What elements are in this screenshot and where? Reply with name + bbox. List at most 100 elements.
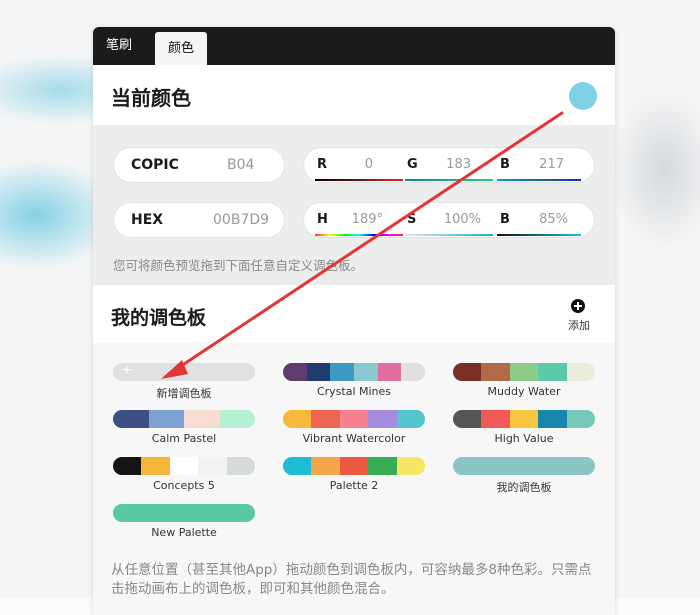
palette-color-swatch[interactable]: [311, 410, 340, 428]
r-slider[interactable]: [315, 179, 403, 181]
palette-color-swatch[interactable]: [141, 457, 170, 475]
palette-item[interactable]: New Palette: [113, 504, 255, 539]
current-color-header: 当前颜色: [93, 65, 615, 125]
palette-color-bar[interactable]: [453, 363, 595, 381]
background-blur: [610, 90, 700, 250]
palette-color-swatch[interactable]: [113, 410, 149, 428]
palette-color-swatch[interactable]: [509, 410, 539, 428]
palette-color-swatch[interactable]: [113, 363, 255, 381]
palette-color-swatch[interactable]: [339, 457, 369, 475]
h-label: H: [317, 212, 328, 227]
palette-color-swatch[interactable]: [330, 363, 355, 381]
palette-color-swatch[interactable]: [396, 410, 425, 428]
palette-help-text: 从任意位置（甚至其他App）拖动颜色到调色板内，可容纳最多8种色彩。只需点击拖动…: [111, 562, 592, 597]
palette-color-swatch[interactable]: [311, 457, 340, 475]
palette-color-swatch[interactable]: [184, 410, 220, 428]
palette-color-swatch[interactable]: [219, 410, 255, 428]
hex-field[interactable]: HEX 00B7D9: [113, 202, 285, 238]
palette-color-bar[interactable]: [453, 457, 595, 475]
palette-color-swatch[interactable]: [283, 410, 312, 428]
b-slider[interactable]: [497, 179, 581, 181]
h-value[interactable]: 189°: [343, 212, 383, 227]
palette-name: Muddy Water: [487, 385, 561, 398]
palette-color-bar[interactable]: [283, 363, 425, 381]
hex-label: HEX: [131, 212, 164, 228]
palette-color-swatch[interactable]: [306, 363, 331, 381]
b-value[interactable]: 217: [524, 157, 564, 172]
palette-color-swatch[interactable]: [354, 363, 378, 381]
palette-color-swatch[interactable]: [283, 457, 312, 475]
s-label: S: [407, 212, 417, 227]
current-color-title: 当前颜色: [111, 86, 191, 110]
palette-color-swatch[interactable]: [509, 363, 539, 381]
hsb-b-value[interactable]: 85%: [528, 212, 568, 227]
palette-color-swatch[interactable]: [113, 457, 142, 475]
palette-color-swatch[interactable]: [538, 363, 567, 381]
palette-color-swatch[interactable]: [453, 410, 482, 428]
palette-name: Palette 2: [329, 479, 379, 492]
r-value[interactable]: 0: [333, 157, 373, 172]
palette-color-bar[interactable]: [113, 410, 255, 428]
palette-name: 新增调色板: [156, 387, 212, 400]
tab-color[interactable]: 颜色: [155, 32, 207, 65]
palette-item[interactable]: + 新增调色板: [113, 363, 255, 401]
palette-color-swatch[interactable]: [396, 457, 425, 475]
palette-color-swatch[interactable]: [566, 410, 595, 428]
g-slider[interactable]: [405, 179, 493, 181]
palette-color-swatch[interactable]: [566, 363, 595, 381]
s-value[interactable]: 100%: [441, 212, 481, 227]
palette-color-swatch[interactable]: [453, 363, 482, 381]
palette-color-swatch[interactable]: [453, 457, 595, 475]
palette-color-bar[interactable]: [113, 457, 255, 475]
palette-name: Concepts 5: [153, 479, 215, 492]
palette-item[interactable]: Vibrant Watercolor: [283, 410, 425, 445]
palette-color-bar[interactable]: [453, 410, 595, 428]
tab-bar: 笔刷 颜色: [93, 27, 615, 65]
palette-color-bar[interactable]: +: [113, 363, 255, 381]
palette-color-swatch[interactable]: [198, 457, 227, 475]
g-value[interactable]: 183: [431, 157, 471, 172]
rgb-field[interactable]: R 0 G 183 B 217: [303, 147, 595, 183]
palette-item[interactable]: Muddy Water: [453, 363, 595, 398]
hsb-field[interactable]: H 189° S 100% B 85%: [303, 202, 595, 238]
palette-color-bar[interactable]: [113, 504, 255, 522]
drag-hint: 您可将颜色预览拖到下面任意自定义调色板。: [113, 258, 364, 273]
palette-color-swatch[interactable]: [339, 410, 369, 428]
palette-item[interactable]: Palette 2: [283, 457, 425, 492]
plus-icon: +: [121, 363, 133, 378]
palette-color-swatch[interactable]: [148, 410, 184, 428]
palette-color-bar[interactable]: [283, 410, 425, 428]
palette-color-swatch[interactable]: [113, 504, 255, 522]
current-color-swatch[interactable]: [569, 82, 597, 110]
palette-name: High Value: [494, 432, 554, 445]
palette-name: Calm Pastel: [151, 432, 217, 445]
palette-item[interactable]: Concepts 5: [113, 457, 255, 492]
h-slider[interactable]: [315, 234, 403, 236]
plus-circle-icon: [571, 299, 585, 313]
copic-label: COPIC: [131, 157, 179, 173]
palette-name: Vibrant Watercolor: [302, 432, 406, 445]
palette-color-swatch[interactable]: [481, 410, 510, 428]
copic-field[interactable]: COPIC B04: [113, 147, 285, 183]
palette-color-swatch[interactable]: [283, 363, 307, 381]
palette-item[interactable]: 我的调色板: [453, 457, 595, 495]
palette-color-swatch[interactable]: [401, 363, 425, 381]
palette-name: Crystal Mines: [316, 385, 392, 398]
palette-color-swatch[interactable]: [377, 363, 402, 381]
palette-color-bar[interactable]: [283, 457, 425, 475]
s-slider[interactable]: [405, 234, 493, 236]
palette-color-swatch[interactable]: [169, 457, 199, 475]
palette-item[interactable]: Crystal Mines: [283, 363, 425, 398]
palette-color-swatch[interactable]: [368, 457, 397, 475]
hsb-b-label: B: [500, 212, 510, 227]
add-palette-button[interactable]: 添加: [559, 297, 599, 337]
tab-brush[interactable]: 笔刷: [93, 27, 145, 65]
palette-color-swatch[interactable]: [538, 410, 567, 428]
r-label: R: [317, 157, 328, 172]
brightness-slider[interactable]: [497, 234, 581, 236]
palette-color-swatch[interactable]: [481, 363, 510, 381]
palette-item[interactable]: High Value: [453, 410, 595, 445]
palette-color-swatch[interactable]: [368, 410, 397, 428]
palette-color-swatch[interactable]: [226, 457, 255, 475]
palette-item[interactable]: Calm Pastel: [113, 410, 255, 445]
